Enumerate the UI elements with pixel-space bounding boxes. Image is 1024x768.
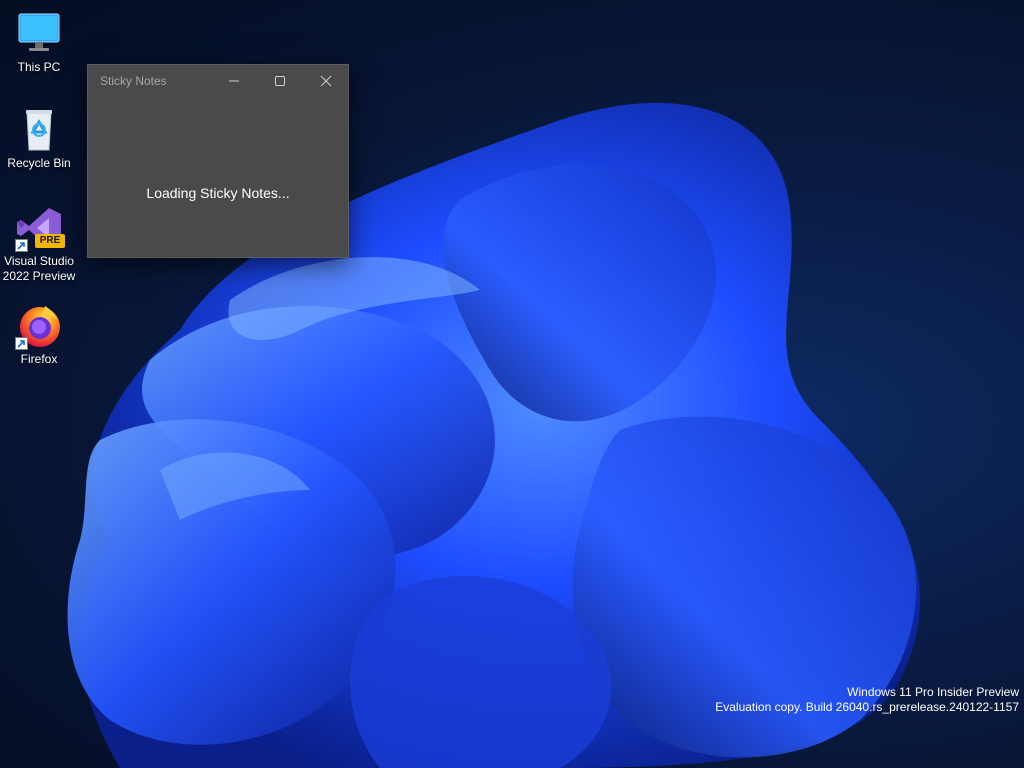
window-titlebar[interactable]: Sticky Notes xyxy=(88,65,348,97)
close-button[interactable] xyxy=(303,65,349,97)
watermark-build: Evaluation copy. Build 26040.rs_prerelea… xyxy=(715,700,1019,714)
desktop-icon-label: Visual Studio 2022 Preview xyxy=(2,254,76,283)
maximize-icon xyxy=(275,76,285,86)
shortcut-arrow-icon xyxy=(15,337,28,350)
desktop-icon-this-pc[interactable]: This PC xyxy=(1,10,77,75)
recycle-bin-icon xyxy=(15,106,63,154)
firefox-icon xyxy=(15,302,63,350)
watermark-edition: Windows 11 Pro Insider Preview xyxy=(847,685,1019,699)
preview-badge: PRE xyxy=(35,234,65,248)
visual-studio-icon: PRE xyxy=(15,204,65,252)
shortcut-arrow-icon xyxy=(15,239,28,252)
window-title: Sticky Notes xyxy=(100,74,167,88)
desktop-icon-recycle-bin[interactable]: Recycle Bin xyxy=(1,106,77,171)
minimize-button[interactable] xyxy=(211,65,257,97)
sticky-notes-window[interactable]: Sticky Notes Loading Sticky Notes... xyxy=(87,64,349,258)
minimize-icon xyxy=(229,80,239,82)
loading-message: Loading Sticky Notes... xyxy=(146,185,290,201)
close-icon xyxy=(320,75,332,87)
desktop: This PC Recycle Bin PRE Visual Studio 20… xyxy=(0,0,1024,768)
maximize-button[interactable] xyxy=(257,65,303,97)
monitor-icon xyxy=(15,10,63,58)
desktop-icon-label: Firefox xyxy=(20,352,58,366)
desktop-icon-label: Recycle Bin xyxy=(7,156,71,170)
desktop-icon-label: This PC xyxy=(17,60,61,74)
desktop-icon-visual-studio[interactable]: PRE Visual Studio 2022 Preview xyxy=(1,204,77,284)
desktop-icon-firefox[interactable]: Firefox xyxy=(1,302,77,367)
windows-watermark: Windows 11 Pro Insider Preview Evaluatio… xyxy=(715,685,1019,715)
